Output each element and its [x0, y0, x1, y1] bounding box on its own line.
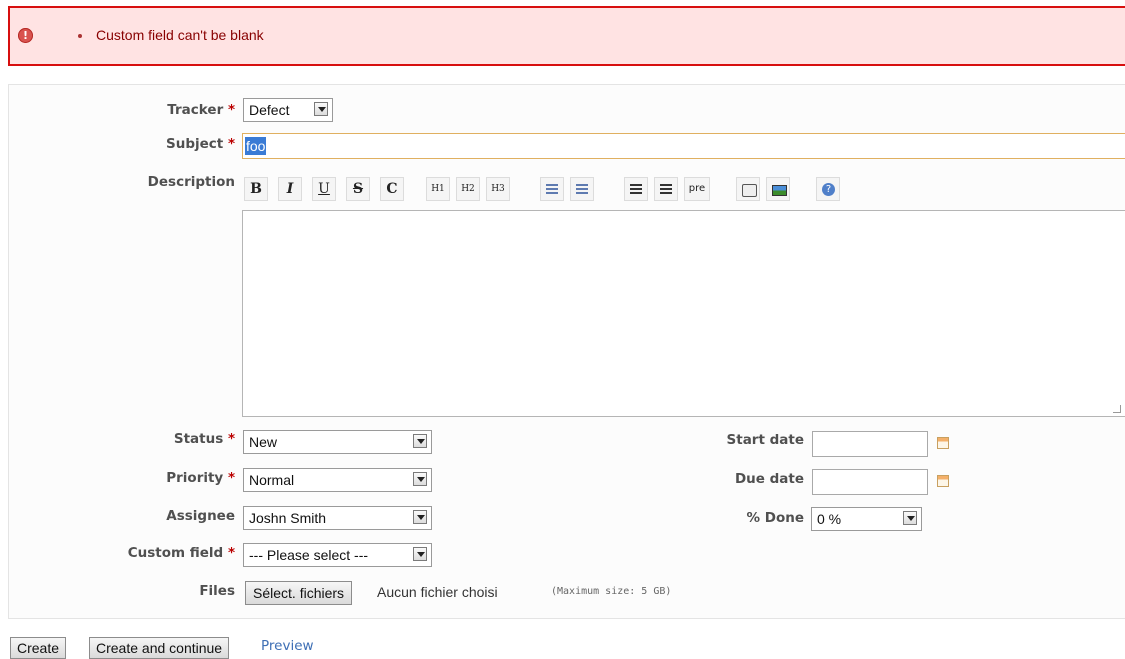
assignee-value: Joshn Smith: [249, 510, 327, 526]
max-size-hint: (Maximum size: 5 GB): [551, 586, 672, 597]
priority-label-text: Priority: [166, 470, 224, 486]
bullet-icon: [78, 34, 82, 38]
code-button[interactable]: C: [380, 177, 404, 201]
preview-link[interactable]: Preview: [261, 638, 314, 654]
indent-icon-line: [630, 188, 642, 190]
bulleted-list-button[interactable]: [540, 177, 564, 201]
tracker-label: Tracker *: [100, 102, 235, 118]
help-icon: ?: [822, 183, 835, 196]
required-marker: *: [227, 431, 235, 447]
assignee-label: Assignee: [166, 508, 235, 524]
required-marker: *: [227, 136, 235, 152]
no-file-chosen-text: Aucun fichier choisi: [377, 584, 498, 600]
underline-button[interactable]: U: [312, 177, 336, 201]
link-icon: [742, 184, 757, 197]
indent-icon-line: [630, 184, 642, 186]
image-button[interactable]: [766, 177, 790, 201]
due-date-input[interactable]: [812, 469, 928, 495]
custom-field-value: --- Please select ---: [249, 547, 369, 563]
required-marker: *: [227, 102, 235, 118]
priority-label: Priority *: [100, 470, 235, 486]
list-icon-line: [546, 192, 558, 194]
custom-field-select[interactable]: --- Please select ---: [243, 543, 432, 567]
tracker-value: Defect: [249, 102, 290, 118]
heading3-button[interactable]: H3: [486, 177, 510, 201]
status-label-text: Status: [173, 431, 224, 447]
status-value: New: [249, 434, 278, 450]
status-label: Status *: [100, 431, 235, 447]
error-icon: !: [18, 28, 33, 43]
done-select[interactable]: 0 %: [811, 507, 922, 531]
outdent-icon-line: [660, 184, 672, 186]
bold-button[interactable]: B: [244, 177, 268, 201]
image-icon: [772, 185, 787, 196]
due-date-label: Due date: [734, 471, 804, 487]
list-icon-line: [546, 184, 558, 186]
calendar-icon[interactable]: [937, 437, 949, 449]
error-message: Custom field can't be blank: [96, 27, 264, 43]
subject-field[interactable]: foo: [242, 133, 1125, 159]
start-date-input[interactable]: [812, 431, 928, 457]
done-label: % Done: [746, 510, 804, 526]
chevron-down-icon: [314, 102, 328, 116]
priority-select[interactable]: Normal: [243, 468, 432, 492]
assignee-select[interactable]: Joshn Smith: [243, 506, 432, 530]
outdent-button[interactable]: [654, 177, 678, 201]
files-label: Files: [199, 583, 235, 599]
strikethrough-button[interactable]: S: [346, 177, 370, 201]
description-textarea[interactable]: [242, 210, 1125, 417]
chevron-down-icon: [413, 510, 427, 524]
status-select[interactable]: New: [243, 430, 432, 454]
choose-files-button[interactable]: Sélect. fichiers: [245, 581, 353, 605]
help-button[interactable]: ?: [816, 177, 840, 201]
heading1-button[interactable]: H1: [426, 177, 450, 201]
custom-field-label: Custom field *: [60, 545, 235, 561]
start-date-label: Start date: [726, 432, 804, 448]
required-marker: *: [227, 470, 235, 486]
create-button[interactable]: Create: [10, 637, 67, 659]
subject-value: foo: [245, 137, 267, 155]
resize-handle-icon[interactable]: [1113, 405, 1121, 413]
outdent-icon-line: [660, 188, 672, 190]
chevron-down-icon: [413, 472, 427, 486]
list-icon-line: [576, 188, 588, 190]
custom-field-label-text: Custom field: [127, 545, 224, 561]
numbered-list-button[interactable]: [570, 177, 594, 201]
italic-button[interactable]: I: [278, 177, 302, 201]
description-label: Description: [147, 174, 235, 190]
required-marker: *: [227, 545, 235, 561]
tracker-label-text: Tracker: [167, 102, 224, 118]
link-button[interactable]: [736, 177, 760, 201]
indent-button[interactable]: [624, 177, 648, 201]
list-icon-line: [576, 184, 588, 186]
tracker-select[interactable]: Defect: [243, 98, 333, 122]
subject-label: Subject *: [100, 136, 235, 152]
chevron-down-icon: [413, 547, 427, 561]
list-icon-line: [576, 192, 588, 194]
preformatted-button[interactable]: pre: [684, 177, 710, 201]
heading2-button[interactable]: H2: [456, 177, 480, 201]
list-icon-line: [546, 188, 558, 190]
chevron-down-icon: [903, 511, 917, 525]
chevron-down-icon: [413, 434, 427, 448]
done-value: 0 %: [817, 511, 842, 527]
subject-label-text: Subject: [165, 136, 224, 152]
outdent-icon-line: [660, 192, 672, 194]
priority-value: Normal: [249, 472, 295, 488]
create-and-continue-button[interactable]: Create and continue: [89, 637, 230, 659]
indent-icon-line: [630, 192, 642, 194]
calendar-icon[interactable]: [937, 475, 949, 487]
